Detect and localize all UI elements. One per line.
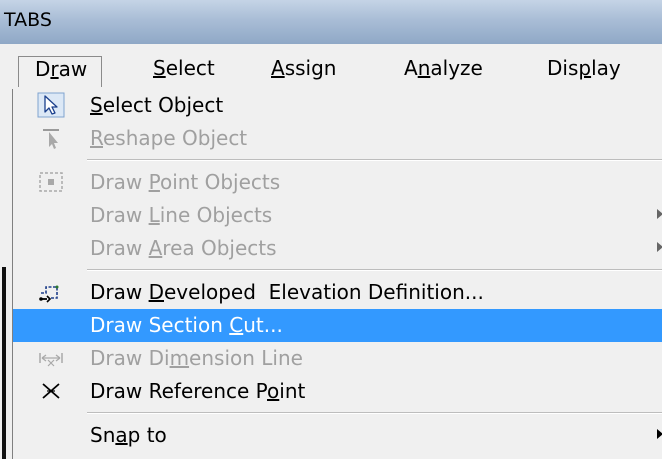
menu-item-draw-line-objects: Draw Line Objects	[13, 199, 662, 232]
menu-item-label: Draw Developed Elevation Definition...	[90, 280, 484, 304]
menu-assign-post: ssign	[284, 56, 337, 80]
menu-item-label: Select Object	[90, 93, 224, 117]
menu-assign[interactable]: Assign	[271, 56, 336, 80]
background-window-edge	[0, 89, 12, 459]
window-title: TABS	[4, 9, 52, 31]
submenu-arrow-icon	[657, 242, 662, 252]
menu-item-draw-developed-elevation[interactable]: Draw Developed Elevation Definition...	[13, 276, 662, 309]
menu-display[interactable]: Display	[547, 56, 621, 80]
dimension-line-icon	[37, 345, 65, 371]
menu-draw[interactable]: Draw	[18, 56, 103, 87]
menu-select-mnemonic: S	[153, 56, 166, 80]
menu-item-label: Draw Point Objects	[90, 170, 281, 194]
menu-separator	[87, 269, 662, 271]
menu-item-snap-to[interactable]: Snap to	[13, 419, 662, 452]
developed-elevation-icon	[37, 279, 65, 305]
menu-display-mnemonic: p	[578, 56, 592, 80]
reshape-icon	[37, 125, 65, 151]
menu-analyze[interactable]: Analyze	[404, 56, 483, 80]
point-object-icon	[37, 169, 65, 195]
menu-item-label: Draw Dimension Line	[90, 346, 303, 370]
menu-assign-mnemonic: A	[271, 56, 285, 80]
menu-item-label: Draw Area Objects	[90, 236, 277, 260]
menu-select[interactable]: Select	[153, 56, 215, 80]
menu-analyze-post: alyze	[430, 56, 483, 80]
menu-draw-pre: D	[35, 57, 51, 81]
menu-select-post: elect	[165, 56, 215, 80]
title-bar: TABS	[0, 0, 662, 44]
menu-item-draw-point-objects: Draw Point Objects	[13, 166, 662, 199]
menu-bar: Draw Select Assign Analyze Display	[0, 44, 662, 90]
menu-item-label: Draw Reference Point	[90, 379, 306, 403]
submenu-arrow-icon	[657, 209, 662, 219]
menu-item-select-object[interactable]: Select Object	[13, 89, 662, 122]
menu-item-reshape-object: Reshape Object	[13, 122, 662, 155]
menu-item-draw-reference-point[interactable]: Draw Reference Point	[13, 375, 662, 408]
submenu-arrow-icon	[657, 429, 662, 439]
menu-item-draw-dimension-line: Draw Dimension Line	[13, 342, 662, 375]
menu-item-label: Draw Line Objects	[90, 203, 273, 227]
menu-item-label: Draw Section Cut...	[90, 313, 283, 337]
menu-item-draw-area-objects: Draw Area Objects	[13, 232, 662, 265]
reference-point-icon	[37, 378, 65, 404]
menu-item-label: Snap to	[90, 423, 167, 447]
menu-separator	[87, 412, 662, 414]
menu-separator	[87, 159, 662, 161]
menu-display-pre: Dis	[547, 56, 579, 80]
menu-item-draw-section-cut[interactable]: Draw Section Cut...	[13, 309, 662, 342]
background-window-dark-edge	[2, 267, 6, 459]
menu-draw-post: aw	[58, 57, 88, 81]
menu-analyze-pre: A	[404, 56, 418, 80]
menu-item-label: Reshape Object	[90, 126, 248, 150]
menu-analyze-mnemonic: n	[417, 56, 431, 80]
select-arrow-icon	[37, 92, 65, 118]
draw-menu-dropdown: Select Object Reshape Object Draw Point …	[12, 89, 662, 459]
menu-display-post: lay	[591, 56, 621, 80]
menu-draw-mnemonic: r	[50, 57, 59, 81]
